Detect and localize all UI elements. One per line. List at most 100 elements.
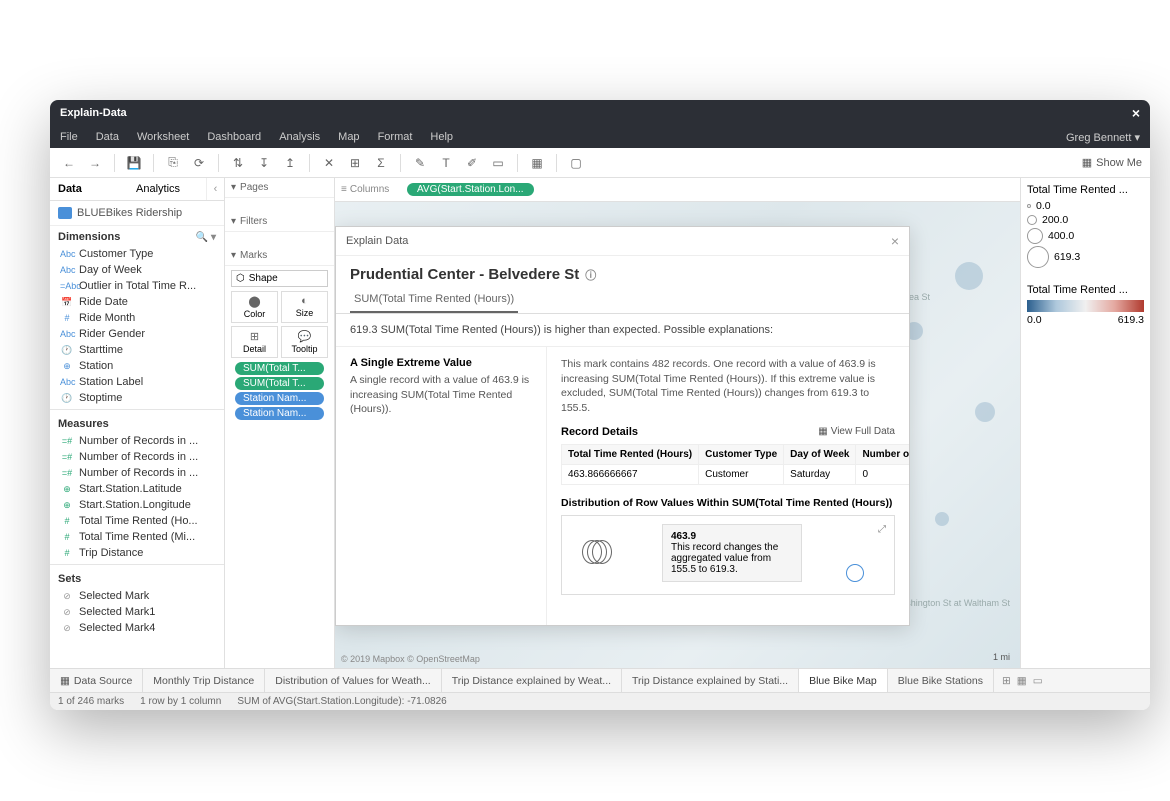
new-story-button[interactable]: ▭ [1033,675,1043,687]
mark-pill[interactable]: SUM(Total T... [235,362,324,375]
presentation-button[interactable]: ▢ [565,152,587,174]
refresh-button[interactable]: ⟳ [188,152,210,174]
title-bar: Explain-Data × [50,100,1150,126]
menu-file[interactable]: File [60,131,78,143]
sort-asc-button[interactable]: ↧ [253,152,275,174]
sheet-tab-active[interactable]: Blue Bike Map [799,669,888,692]
measure-field[interactable]: =#Number of Records in ... [50,465,224,481]
explain-close-button[interactable]: × [891,233,899,249]
dimension-field[interactable]: AbcCustomer Type [50,246,224,262]
format-button[interactable]: ✐ [461,152,483,174]
sheet-tab[interactable]: Monthly Trip Distance [143,669,265,692]
map-attribution: © 2019 Mapbox © OpenStreetMap [341,654,480,664]
dimension-field[interactable]: ⊕Station [50,358,224,374]
field-type-icon: ⊕ [60,361,74,372]
explain-summary: 619.3 SUM(Total Time Rented (Hours)) is … [336,314,909,347]
sheet-tab[interactable]: Trip Distance explained by Weat... [442,669,622,692]
detail-button[interactable]: ⊞Detail [231,326,278,358]
mark-pill[interactable]: SUM(Total T... [235,377,324,390]
menu-analysis[interactable]: Analysis [279,131,320,143]
fit-button[interactable]: ▭ [487,152,509,174]
explanation-detail: This mark contains 482 records. One reco… [561,357,895,416]
measure-field[interactable]: =#Number of Records in ... [50,433,224,449]
menu-dashboard[interactable]: Dashboard [207,131,261,143]
label-button[interactable]: T [435,152,457,174]
explain-measure-tab[interactable]: SUM(Total Time Rented (Hours)) [350,287,518,313]
columns-pill[interactable]: AVG(Start.Station.Lon... [407,183,534,196]
search-icon[interactable]: 🔍 ▾ [196,232,216,243]
expand-icon[interactable]: ⤢ [878,524,886,535]
view-full-data-link[interactable]: ▦View Full Data [818,426,895,437]
sheet-tab[interactable]: Distribution of Values for Weath... [265,669,441,692]
info-icon[interactable]: ⓘ [585,267,596,283]
clear-button[interactable]: ✕ [318,152,340,174]
datasource-row[interactable]: BLUEBikes Ridership [50,201,224,226]
dimension-field[interactable]: 📅Ride Date [50,294,224,310]
save-button[interactable]: 💾 [123,152,145,174]
explain-explanation-item[interactable]: A Single Extreme Value A single record w… [336,347,546,625]
forward-button[interactable]: → [84,152,106,174]
sort-desc-button[interactable]: ↥ [279,152,301,174]
group-button[interactable]: ⊞ [344,152,366,174]
measure-field[interactable]: ⊕Start.Station.Latitude [50,481,224,497]
mark-type-selector[interactable]: ⬡Shape [231,270,328,287]
dimension-field[interactable]: 🕐Stoptime [50,390,224,406]
totals-button[interactable]: Σ [370,152,392,174]
color-button[interactable]: ⬤Color [231,291,278,323]
mark-pill[interactable]: Station Nam... [235,407,324,420]
explain-data-header: Explain Data [346,235,408,247]
menu-data[interactable]: Data [96,131,119,143]
new-worksheet-button[interactable]: ⊞ [1002,675,1011,687]
color-icon: ⬤ [248,295,260,308]
back-button[interactable]: ← [58,152,80,174]
swap-button[interactable]: ⇅ [227,152,249,174]
user-menu[interactable]: Greg Bennett ▾ [1066,131,1140,144]
menu-map[interactable]: Map [338,131,359,143]
new-dashboard-button[interactable]: ▦ [1017,675,1027,687]
field-type-icon: Abc [60,249,74,259]
sheet-tab[interactable]: Trip Distance explained by Stati... [622,669,799,692]
dimension-field[interactable]: AbcDay of Week [50,262,224,278]
highlight-button[interactable]: ✎ [409,152,431,174]
distribution-title: Distribution of Row Values Within SUM(To… [561,497,895,509]
field-type-icon: # [60,313,74,323]
measure-field[interactable]: #Total Time Rented (Ho... [50,513,224,529]
data-source-icon: ▦ [60,675,70,687]
show-me-button[interactable]: ▦ Show Me [1082,156,1142,169]
field-type-icon: # [60,516,74,526]
menu-format[interactable]: Format [378,131,413,143]
data-tab[interactable]: Data [50,178,128,200]
measure-field[interactable]: =#Number of Records in ... [50,449,224,465]
dimension-field[interactable]: AbcStation Label [50,374,224,390]
menu-worksheet[interactable]: Worksheet [137,131,189,143]
dimension-field[interactable]: #Ride Month [50,310,224,326]
new-datasource-button[interactable]: ⎘ [162,152,184,174]
sheet-tab[interactable]: Blue Bike Stations [888,669,994,692]
dimension-field[interactable]: =AbcOutlier in Total Time R... [50,278,224,294]
visualization-area[interactable]: Chelsea St Washington St at Waltham St ©… [335,202,1020,668]
menu-help[interactable]: Help [430,131,453,143]
record-details-label: Record Details [561,426,638,438]
dimensions-header: Dimensions 🔍 ▾ [50,226,224,246]
dimension-field[interactable]: AbcRider Gender [50,326,224,342]
tooltip-button[interactable]: 💬Tooltip [281,326,328,358]
columns-shelf[interactable]: ≡ Columns AVG(Start.Station.Lon... [335,178,1020,202]
analytics-tab[interactable]: Analytics [128,178,206,200]
data-source-tab[interactable]: ▦Data Source [50,669,143,692]
sidebar-collapse-button[interactable]: ‹ [206,178,224,200]
shelves-column: ▾Pages ▾Filters ▾Marks ⬡Shape ⬤Color ◐Si… [225,178,335,668]
distribution-tooltip: 463.9 This record changes the aggregated… [662,524,802,582]
view-button[interactable]: ▦ [526,152,548,174]
dimension-field[interactable]: 🕐Starttime [50,342,224,358]
set-field[interactable]: ⊘Selected Mark [50,588,224,604]
size-button[interactable]: ◐Size [281,291,328,323]
mark-pill[interactable]: Station Nam... [235,392,324,405]
window-close-button[interactable]: × [1132,105,1140,121]
measure-field[interactable]: #Trip Distance [50,545,224,561]
set-field[interactable]: ⊘Selected Mark1 [50,604,224,620]
measure-field[interactable]: #Total Time Rented (Mi... [50,529,224,545]
set-field[interactable]: ⊘Selected Mark4 [50,620,224,636]
field-type-icon: Abc [60,329,74,339]
measure-field[interactable]: ⊕Start.Station.Longitude [50,497,224,513]
field-type-icon: 🕐 [60,345,74,356]
